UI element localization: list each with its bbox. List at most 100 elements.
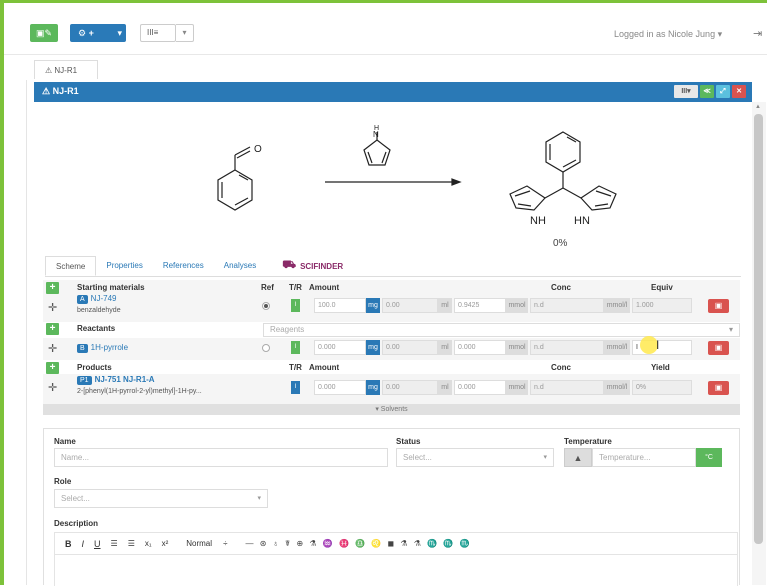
mmol-input[interactable]: 0.000 — [454, 340, 506, 355]
sidebar-divider — [26, 80, 27, 585]
amount-input[interactable]: 0.000 — [314, 380, 366, 395]
add-reactant-button[interactable]: + — [46, 323, 59, 335]
drag-handle-icon[interactable]: ✛ — [48, 381, 57, 394]
trash-icon: ▣ — [714, 301, 723, 310]
create-new-button[interactable]: ⚙ + ▾ — [70, 24, 126, 42]
ref-radio[interactable] — [262, 302, 270, 310]
tab-analyses[interactable]: Analyses — [214, 256, 266, 276]
add-product-button[interactable]: + — [46, 362, 59, 374]
scrollbar[interactable]: ▲ — [752, 102, 766, 585]
col-yield: Yield — [651, 363, 670, 372]
tab-scifinder[interactable]: ⛟ SCIFINDER — [266, 259, 343, 273]
tr-toggle[interactable]: I — [291, 299, 300, 312]
mmol-unit[interactable]: mmol — [506, 298, 528, 313]
amount-input[interactable]: 100.0 — [314, 298, 366, 313]
svg-text:O: O — [254, 144, 262, 155]
expand-button[interactable]: ⤢ — [716, 85, 730, 98]
mmol-unit[interactable]: mmol — [506, 380, 528, 395]
products-header: Products — [77, 363, 112, 372]
remove-material-button[interactable]: ▣ — [708, 381, 729, 395]
amount-unit[interactable]: mg — [366, 380, 380, 395]
conc-unit[interactable]: mmol/l — [604, 340, 630, 355]
columns-button[interactable]: III▾ — [674, 85, 698, 98]
logout-icon[interactable]: ⇥ — [753, 27, 762, 40]
bold-button[interactable]: B — [65, 539, 72, 549]
temperature-unit-button[interactable]: °C — [696, 448, 722, 467]
chemistry-symbols-toolbar[interactable]: — ⊛ ♁ ☤ ⊕ ⚗ ♒ ♓ ♎ ♌ ◼ ⚗ ⚗ ♏ ♏ ♏ — [246, 539, 472, 548]
conc-unit[interactable]: mmol/l — [604, 380, 630, 395]
tab-properties[interactable]: Properties — [96, 256, 152, 276]
ordered-list-icon[interactable]: ☰ — [111, 539, 118, 548]
scrollbar-thumb[interactable] — [754, 114, 763, 544]
mmol-input[interactable]: 0.9425 — [454, 298, 506, 313]
bullet-list-icon[interactable]: ☰ — [128, 539, 135, 548]
superscript-button[interactable]: x² — [162, 539, 169, 548]
volume-input[interactable]: 0.00 — [382, 380, 438, 395]
remove-material-button[interactable]: ▣ — [708, 341, 729, 355]
drag-handle-icon[interactable]: ✛ — [48, 301, 57, 314]
tab-nj-r1[interactable]: ⚠ NJ-R1 — [34, 60, 98, 79]
sample-link[interactable]: B 1H-pyrrole — [77, 343, 128, 353]
materials-table: + Starting materials Ref T/R Amount Conc… — [43, 280, 740, 416]
role-select[interactable]: Select... ▾ — [54, 489, 268, 508]
sample-link[interactable]: P1 NJ-751 NJ-R1-A — [77, 375, 155, 385]
tab-scheme[interactable]: Scheme — [45, 256, 97, 276]
reaction-scheme[interactable]: O H N NH HN 0% — [190, 110, 650, 260]
scroll-up-arrow[interactable]: ▲ — [755, 104, 761, 110]
ref-radio[interactable] — [262, 344, 270, 352]
sample-link[interactable]: A NJ-749 — [77, 294, 116, 304]
volume-input[interactable]: 0.00 — [382, 298, 438, 313]
name-input[interactable]: Name... — [54, 448, 388, 467]
mmol-unit[interactable]: mmol — [506, 340, 528, 355]
conc-input[interactable]: n.d — [530, 298, 604, 313]
temperature-input[interactable]: Temperature... — [592, 448, 696, 467]
sample-name: benzaldehyde — [77, 307, 121, 314]
col-tr: T/R — [289, 363, 302, 372]
amount-unit[interactable]: mg — [366, 298, 380, 313]
italic-button[interactable]: I — [82, 539, 85, 549]
status-label: Status — [396, 437, 421, 446]
temperature-chart-button[interactable]: ▲ — [564, 448, 592, 467]
text-style-select[interactable]: Normal ÷ — [186, 539, 227, 548]
svg-text:NH: NH — [530, 215, 546, 227]
tr-toggle[interactable]: I — [291, 381, 300, 394]
tab-references[interactable]: References — [153, 256, 214, 276]
status-select[interactable]: Select... ▾ — [396, 448, 554, 467]
reaction-properties-form: Name Name... Status Select... ▾ Temperat… — [43, 428, 740, 586]
panel-title: NJ-R1 — [52, 86, 79, 96]
role-label: Role — [54, 477, 72, 486]
layout-view-button[interactable]: III≡ — [140, 24, 176, 42]
volume-unit[interactable]: ml — [438, 380, 452, 395]
amount-input[interactable]: 0.000 — [314, 340, 366, 355]
conc-input[interactable]: n.d — [530, 380, 604, 395]
top-navbar: ▣✎ ⚙ + ▾ III≡ ▾ Logged in as Nicole Jung… — [4, 3, 767, 55]
share-button[interactable]: ≪ — [700, 85, 714, 98]
add-starting-material-button[interactable]: + — [46, 282, 59, 294]
logged-in-user-menu[interactable]: Logged in as Nicole Jung ▾ — [614, 29, 722, 40]
underline-button[interactable]: U — [94, 539, 101, 549]
remove-material-button[interactable]: ▣ — [708, 299, 729, 313]
close-button[interactable]: ✕ — [732, 85, 746, 98]
drag-handle-icon[interactable]: ✛ — [48, 342, 57, 355]
sample-edit-button[interactable]: ▣✎ — [30, 24, 58, 42]
volume-unit[interactable]: ml — [438, 340, 452, 355]
description-label: Description — [54, 519, 99, 528]
equiv-input[interactable]: 1.000 — [632, 298, 692, 313]
conc-unit[interactable]: mmol/l — [604, 298, 630, 313]
subscript-button[interactable]: x₁ — [145, 539, 152, 548]
reagents-select[interactable]: Reagents ▾ — [263, 323, 740, 337]
scifinder-logo-icon: ⛟ — [282, 259, 297, 271]
amount-unit[interactable]: mg — [366, 340, 380, 355]
layout-view-dropdown[interactable]: ▾ — [176, 24, 194, 42]
chevron-down-icon: ▾ — [543, 454, 547, 461]
volume-unit[interactable]: ml — [438, 298, 452, 313]
solvents-toggle[interactable]: ▾ Solvents — [43, 404, 740, 415]
yield-label: 0% — [553, 238, 568, 249]
sample-name: 2-[phenyl(1H-pyrrol-2-yl)methyl]-1H-py..… — [77, 388, 202, 395]
conc-input[interactable]: n.d — [530, 340, 604, 355]
mmol-input[interactable]: 0.000 — [454, 380, 506, 395]
description-editor[interactable] — [54, 554, 738, 586]
volume-input[interactable]: 0.00 — [382, 340, 438, 355]
tr-toggle[interactable]: I — [291, 341, 300, 354]
yield-input[interactable]: 0% — [632, 380, 692, 395]
